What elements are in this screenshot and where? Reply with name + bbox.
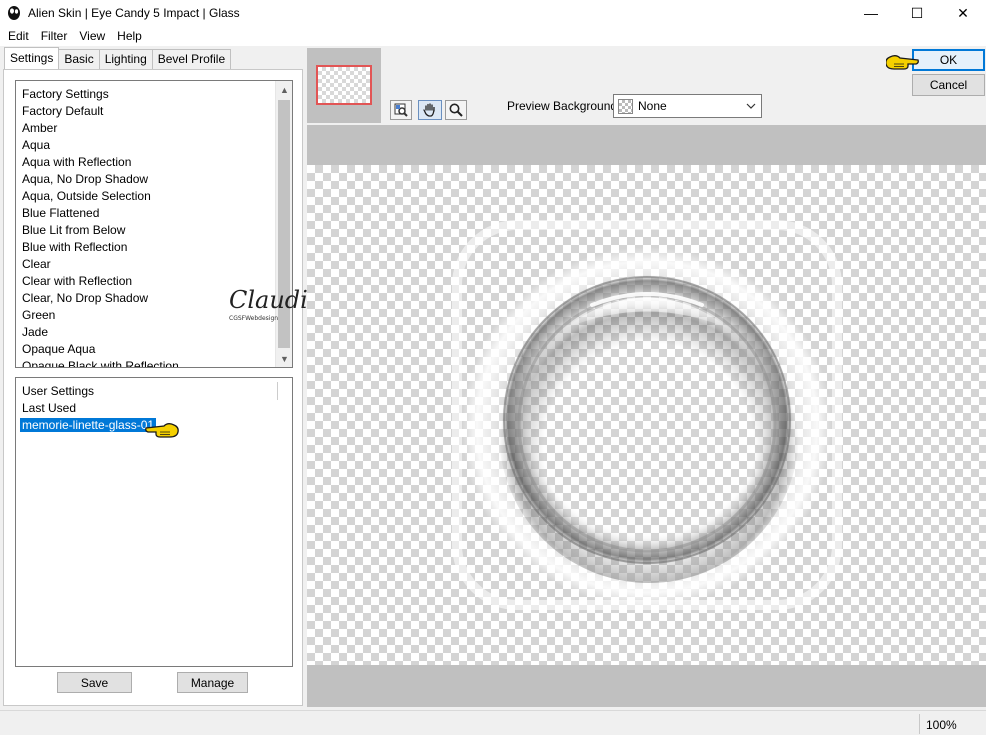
factory-setting-item[interactable]: Clear — [16, 256, 292, 273]
menu-help[interactable]: Help — [111, 29, 148, 43]
cancel-button[interactable]: Cancel — [912, 74, 985, 96]
minimize-button[interactable]: — — [848, 0, 894, 26]
menu-edit[interactable]: Edit — [2, 29, 35, 43]
factory-setting-item[interactable]: Aqua with Reflection — [16, 154, 292, 171]
chevron-down-icon — [741, 103, 761, 109]
preview-canvas[interactable] — [307, 125, 986, 707]
menu-bar: Edit Filter View Help — [0, 26, 986, 46]
navigator-viewport[interactable] — [316, 65, 372, 105]
ok-button[interactable]: OK — [912, 49, 985, 71]
factory-setting-item[interactable]: Jade — [16, 324, 292, 341]
zoom-tool-button[interactable] — [445, 100, 467, 120]
hand-pointer-icon — [886, 55, 919, 70]
user-list-divider — [277, 382, 278, 400]
factory-setting-item[interactable]: Factory Default — [16, 103, 292, 120]
factory-setting-item[interactable]: Blue Lit from Below — [16, 222, 292, 239]
manage-button[interactable]: Manage — [177, 672, 248, 693]
status-separator — [919, 714, 920, 734]
tab-basic[interactable]: Basic — [58, 49, 100, 69]
maximize-button[interactable]: ☐ — [894, 0, 940, 26]
app-icon — [8, 6, 20, 20]
factory-setting-item[interactable]: Blue with Reflection — [16, 239, 292, 256]
factory-setting-item[interactable]: Aqua — [16, 137, 292, 154]
preview-background-select[interactable]: None — [613, 94, 762, 118]
preview-background-value: None — [638, 99, 667, 113]
title-bar: Alien Skin | Eye Candy 5 Impact | Glass … — [0, 0, 986, 26]
scroll-up-icon[interactable]: ▲ — [276, 81, 292, 98]
background-swatch — [618, 98, 633, 114]
factory-setting-item[interactable]: Aqua, No Drop Shadow — [16, 171, 292, 188]
hand-tool-icon — [423, 103, 435, 117]
navigator-thumbnail[interactable] — [307, 48, 381, 123]
zoom-tool-icon — [449, 103, 463, 117]
status-bar: 100% — [0, 710, 986, 735]
factory-setting-item[interactable]: Amber — [16, 120, 292, 137]
hand-pointer-icon — [145, 423, 179, 438]
hand-tool-button[interactable] — [418, 100, 442, 120]
transparency-checkerboard — [307, 165, 986, 665]
window-title: Alien Skin | Eye Candy 5 Impact | Glass — [28, 6, 240, 20]
glass-effect-preview — [452, 220, 842, 610]
tab-lighting[interactable]: Lighting — [98, 49, 153, 69]
factory-setting-item[interactable]: Aqua, Outside Selection — [16, 188, 292, 205]
factory-settings-header: Factory Settings — [22, 87, 109, 101]
factory-setting-item[interactable]: Opaque Aqua — [16, 341, 292, 358]
svg-text:CGSFWebdesign: CGSFWebdesign — [229, 315, 278, 322]
tab-bevel-profile[interactable]: Bevel Profile — [151, 49, 232, 69]
user-settings-header: User Settings — [22, 384, 95, 398]
tab-settings[interactable]: Settings — [4, 47, 60, 69]
factory-setting-item[interactable]: Blue Flattened — [16, 205, 292, 222]
preview-background-label: Preview Background: — [507, 99, 621, 113]
preview-tool-icon — [394, 103, 408, 117]
menu-filter[interactable]: Filter — [35, 29, 74, 43]
zoom-level: 100% — [926, 718, 957, 732]
menu-view[interactable]: View — [73, 29, 111, 43]
close-button[interactable]: ✕ — [940, 0, 986, 26]
settings-panel: Factory Settings Factory Default Amber Aqu… — [3, 69, 303, 706]
factory-setting-item[interactable]: Opaque Black with Reflection — [16, 358, 292, 367]
scroll-down-icon[interactable]: ▼ — [276, 350, 292, 367]
settings-tabs: Settings Basic Lighting Bevel Profile — [4, 47, 232, 69]
user-setting-last-used[interactable]: Last Used — [16, 400, 292, 417]
preview-tool-button[interactable] — [390, 100, 412, 120]
save-button[interactable]: Save — [57, 672, 132, 693]
